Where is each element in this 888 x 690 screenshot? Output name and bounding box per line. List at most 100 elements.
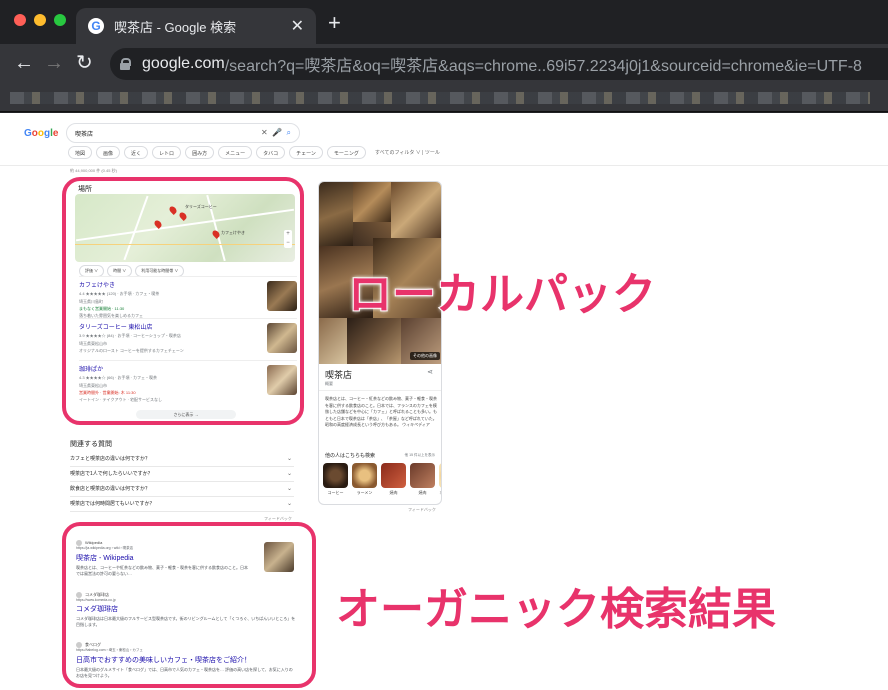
chevron-down-icon: ⌄ xyxy=(286,501,292,507)
related-search-label: コーヒー xyxy=(327,490,344,495)
paa-title: 関連する質問 xyxy=(70,441,112,448)
related-search-item[interactable]: ホットケーキ xyxy=(439,463,442,496)
google-favicon-icon: G xyxy=(88,18,104,34)
search-chip[interactable]: 地図 xyxy=(68,146,93,159)
url-host: google.com xyxy=(142,55,225,72)
more-photos-button[interactable]: その他の画像 xyxy=(410,352,440,360)
local-pack-annotation: ローカルパック xyxy=(347,268,657,321)
result-title-link[interactable]: 日高市でおすすめの美味しいカフェ・喫茶店をご紹介！ xyxy=(76,655,296,665)
more-places-button[interactable]: さらに表示 → xyxy=(136,410,236,419)
organic-results-annotation: オーガニック検索結果 xyxy=(335,583,777,636)
result-url[interactable]: https://ja.wikipedia.org › wiki › 喫茶店 xyxy=(76,546,296,551)
address-bar[interactable]: google.com/search?q=喫茶店&oq=喫茶店&aqs=chrom… xyxy=(110,48,888,80)
search-query: 喫茶店 xyxy=(75,132,94,138)
people-also-search-more[interactable]: 他 15 件以上を表示 xyxy=(405,453,435,458)
map-pin-icon[interactable] xyxy=(178,211,188,221)
related-search-item[interactable]: ラーメン xyxy=(352,463,377,496)
paa-question[interactable]: 喫茶店で1人で何したらいいですか？ ⌄ xyxy=(70,467,294,482)
map-zoom-control[interactable]: + − xyxy=(284,230,292,248)
place-description: オリジナルのロースト コーヒーを提供するカフェチェーン xyxy=(79,348,184,353)
search-chip[interactable]: 近く xyxy=(124,146,149,159)
paa-question-text: 喫茶店で1人で何したらいいですか？ xyxy=(70,471,153,477)
place-name[interactable]: カフェけやき xyxy=(79,277,297,289)
paa-question[interactable]: 飲食店と喫茶店の違いは何ですか？ ⌄ xyxy=(70,482,294,497)
maximize-window-button[interactable] xyxy=(54,14,66,26)
search-chip[interactable]: メニュー xyxy=(218,146,253,159)
paa-question-text: 喫茶店では何時間居てもいいですか？ xyxy=(70,501,155,507)
people-also-search-title: 他の人はこちらも検索 xyxy=(325,453,376,459)
place-address: 埼玉県川島町 xyxy=(79,299,103,304)
place-description: イートイン · テイクアウト · 宅配サービスなし xyxy=(79,397,163,402)
forward-arrow-icon[interactable]: → xyxy=(44,52,64,74)
lock-icon xyxy=(120,58,131,70)
back-arrow-icon[interactable]: ← xyxy=(14,52,34,74)
local-place[interactable]: タリーズコーヒー 東松山店 3.9 ★★★★☆ (84) · お手頃 · コーヒー… xyxy=(79,318,297,358)
place-photo[interactable] xyxy=(267,281,297,311)
paa-question[interactable]: 喫茶店では何時間居てもいいですか？ ⌄ xyxy=(70,497,294,512)
place-status: まもなく営業開始 · 11:30 xyxy=(79,306,125,311)
search-chip[interactable]: レトロ xyxy=(152,146,182,159)
place-address: 埼玉県東松山市 xyxy=(79,383,107,388)
search-chip[interactable]: 画像 xyxy=(96,146,121,159)
kp-feedback-link[interactable]: フィードバック xyxy=(408,507,436,513)
local-place[interactable]: カフェけやき 4.4 ★★★★★ (120) · お手頃 · カフェ・喫茶 埼玉県川… xyxy=(79,276,297,318)
people-also-search-list: コーヒー ラーメン 焼肉 焼肉 ホットケーキ xyxy=(323,463,442,496)
result-snippet: 日本最大級のグルメサイト「食べログ」では、日高市で人気のカフェ・喫茶店を… 評価… xyxy=(76,667,293,679)
result-thumbnail[interactable] xyxy=(264,542,294,572)
related-search-item[interactable]: コーヒー xyxy=(323,463,348,496)
blurred-bookmarks xyxy=(10,92,870,104)
place-photo[interactable] xyxy=(267,365,297,395)
search-chip[interactable]: チェーン xyxy=(289,146,323,159)
map[interactable]: タリーズコーヒー カフェけやき + − xyxy=(75,194,295,262)
search-icon[interactable]: ✕ 🎤 ⌕ xyxy=(261,128,291,138)
place-name[interactable]: 珈琲ぱか xyxy=(79,361,297,373)
result-site: Wikipedia xyxy=(85,540,103,546)
result-snippet: 喫茶店とは、コーヒーや紅茶などの飲み物、菓子・軽食・喫茶を客に供する飲食店のこと… xyxy=(76,565,248,576)
paa-question-text: 飲食店と喫茶店の違いは何ですか？ xyxy=(70,486,151,492)
map-label: カフェけやき xyxy=(221,230,245,235)
knowledge-panel-title: 喫茶店 xyxy=(325,370,353,380)
search-chip[interactable]: 囲み方 xyxy=(185,146,215,159)
google-logo[interactable]: Google xyxy=(24,128,58,139)
related-search-label: ホットケーキ xyxy=(439,490,442,496)
map-label: タリーズコーヒー xyxy=(185,204,217,209)
local-place[interactable]: 珈琲ぱか 4.3 ★★★★☆ (66) · お手頃 · カフェ・喫茶 埼玉県東松山市… xyxy=(79,360,297,402)
tab-title: 喫茶店 - Google 検索 xyxy=(114,19,237,35)
organic-results: Wikipedia https://ja.wikipedia.org › wiki… xyxy=(62,522,316,688)
result-title-link[interactable]: コメダ珈琲店 xyxy=(76,604,296,614)
close-tab-icon[interactable]: ✕ xyxy=(291,16,304,36)
new-tab-button[interactable]: + xyxy=(328,12,341,34)
result-site: 食べログ xyxy=(85,642,101,648)
reload-icon[interactable]: ↻ xyxy=(76,52,93,74)
place-name[interactable]: タリーズコーヒー 東松山店 xyxy=(79,319,297,331)
result-url[interactable]: https://tabelog.com › 埼玉 › 東松山 › カフェ xyxy=(76,648,296,653)
place-photo[interactable] xyxy=(267,323,297,353)
place-rating: 4.4 ★★★★★ (120) · お手頃 · カフェ・喫茶 xyxy=(79,291,160,296)
result-title-link[interactable]: 喫茶店 - Wikipedia xyxy=(76,553,296,563)
knowledge-panel-description: 喫茶店とは、コーヒー・紅茶などの飲み物、菓子・軽食・喫茶を客に供する飲食店のこと… xyxy=(325,396,437,427)
search-tools[interactable]: すべてのフィルタ ∨ | ツール xyxy=(375,149,440,156)
related-search-item[interactable]: 焼肉 xyxy=(381,463,406,496)
knowledge-panel: その他の画像 喫茶店 概要 ⋖ 喫茶店とは、コーヒー・紅茶などの飲み物、菓子・軽… xyxy=(318,181,442,505)
related-search-label: ラーメン xyxy=(356,490,373,495)
organic-result: 食べログ https://tabelog.com › 埼玉 › 東松山 › カフェ… xyxy=(76,642,296,679)
minimize-window-button[interactable] xyxy=(34,14,46,26)
related-search-item[interactable]: 焼肉 xyxy=(410,463,435,496)
place-rating: 4.3 ★★★★☆ (66) · お手頃 · カフェ・喫茶 xyxy=(79,375,158,380)
browser-toolbar: ← → ↻ google.com/search?q=喫茶店&oq=喫茶店&aqs… xyxy=(0,44,888,84)
share-icon[interactable]: ⋖ xyxy=(427,368,433,376)
result-stats: 約 44,900,000 件 (0.45 秒) xyxy=(70,168,117,173)
result-url[interactable]: https://www.komeda.co.jp xyxy=(76,598,296,602)
result-snippet: コメダ珈琲店は日本最大級のフルサービス型喫茶店です。街のリビングルームとして「く… xyxy=(76,616,296,628)
related-search-image xyxy=(352,463,377,488)
result-site: コメダ珈琲店 xyxy=(85,592,109,598)
search-chip[interactable]: タバコ xyxy=(256,146,286,159)
search-input[interactable]: 喫茶店 ✕ 🎤 ⌕ xyxy=(66,123,300,143)
map-pin-icon[interactable] xyxy=(168,205,178,215)
local-pack: 場所 タリーズコーヒー カフェけやき + − 評価 ∨ 時間 ∨ 利用可能な時間帯 ∨… xyxy=(62,177,304,425)
close-window-button[interactable] xyxy=(14,14,26,26)
related-search-image xyxy=(410,463,435,488)
search-chip[interactable]: モーニング xyxy=(326,146,366,159)
browser-tab[interactable]: G 喫茶店 - Google 検索 ✕ xyxy=(76,8,316,44)
paa-question[interactable]: カフェと喫茶店の違いは何ですか？ ⌄ xyxy=(70,452,294,467)
